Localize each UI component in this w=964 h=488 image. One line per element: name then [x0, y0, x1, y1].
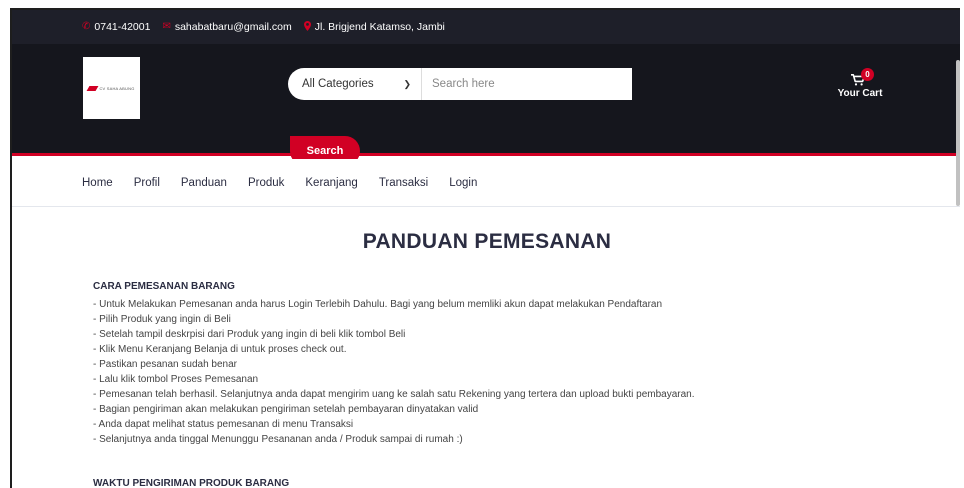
cart-count-badge: 0	[861, 68, 874, 81]
section-title-ordering: CARA PEMESANAN BARANG	[93, 281, 235, 292]
list-item: - Pemesanan telah berhasil. Selanjutnya …	[93, 389, 695, 400]
nav-panduan[interactable]: Panduan	[181, 177, 227, 189]
main-navigation: Home Profil Panduan Produk Keranjang Tra…	[12, 159, 960, 207]
category-select[interactable]: All Categories ❯	[288, 68, 422, 100]
address-text: Jl. Brigjend Katamso, Jambi	[314, 21, 445, 33]
list-item: - Bagian pengiriman akan melakukan pengi…	[93, 404, 479, 415]
phone-icon: ✆	[82, 21, 91, 32]
nav-login[interactable]: Login	[449, 177, 477, 189]
nav-transaksi[interactable]: Transaksi	[379, 177, 428, 189]
list-item: - Pilih Produk yang ingin di Beli	[93, 314, 231, 325]
phone-number: 0741-42001	[94, 21, 151, 33]
list-item: - Selanjutnya anda tinggal Menunggu Pesa…	[93, 434, 463, 445]
logo-bolt-icon	[87, 85, 99, 91]
list-item: - Anda dapat melihat status pemesanan di…	[93, 419, 354, 430]
list-item: - Setelah tampil deskrpisi dari Produk y…	[93, 329, 406, 340]
page-content: PANDUAN PEMESANAN CARA PEMESANAN BARANG …	[12, 208, 960, 488]
nav-profil[interactable]: Profil	[134, 177, 160, 189]
category-selected-value: All Categories	[302, 78, 374, 90]
cart-label: Your Cart	[837, 88, 883, 99]
list-item: - Klik Menu Keranjang Belanja di untuk p…	[93, 344, 347, 355]
logo-text: CV SAHA ABUNG	[99, 85, 135, 91]
chevron-down-icon: ❯	[403, 78, 411, 89]
list-item: - Pastikan pesanan sudah benar	[93, 359, 237, 370]
search-input[interactable]	[422, 68, 632, 100]
email-address: sahabatbaru@gmail.com	[174, 21, 292, 33]
nav-keranjang[interactable]: Keranjang	[305, 177, 357, 189]
section-title-shipping: WAKTU PENGIRIMAN PRODUK BARANG	[93, 478, 290, 488]
address-contact[interactable]: Jl. Brigjend Katamso, Jambi	[303, 20, 445, 34]
logo-mark: CV SAHA ABUNG	[87, 85, 135, 91]
phone-contact[interactable]: ✆ 0741-42001	[82, 21, 150, 33]
search-form: All Categories ❯	[288, 68, 632, 100]
list-item: - Untuk Melakukan Pemesanan anda harus L…	[93, 299, 663, 310]
page-title: PANDUAN PEMESANAN	[362, 230, 612, 253]
nav-produk[interactable]: Produk	[248, 177, 284, 189]
browser-viewport: ✆ 0741-42001 ✉ sahabatbaru@gmail.com Jl.…	[10, 8, 960, 488]
site-logo[interactable]: CV SAHA ABUNG	[83, 57, 140, 119]
top-info-bar: ✆ 0741-42001 ✉ sahabatbaru@gmail.com Jl.…	[12, 10, 960, 44]
cart-link[interactable]: 0 Your Cart	[830, 68, 890, 104]
ordering-steps-list: - Untuk Melakukan Pemesanan anda harus L…	[93, 297, 695, 447]
envelope-icon: ✉	[162, 21, 171, 32]
nav-home[interactable]: Home	[82, 177, 113, 189]
email-contact[interactable]: ✉ sahabatbaru@gmail.com	[162, 21, 291, 33]
map-marker-icon	[303, 20, 311, 34]
main-header: CV SAHA ABUNG All Categories ❯ Search 0 …	[12, 44, 960, 166]
list-item: - Lalu klik tombol Proses Pemesanan	[93, 374, 259, 385]
page-scrollbar[interactable]	[956, 60, 960, 206]
